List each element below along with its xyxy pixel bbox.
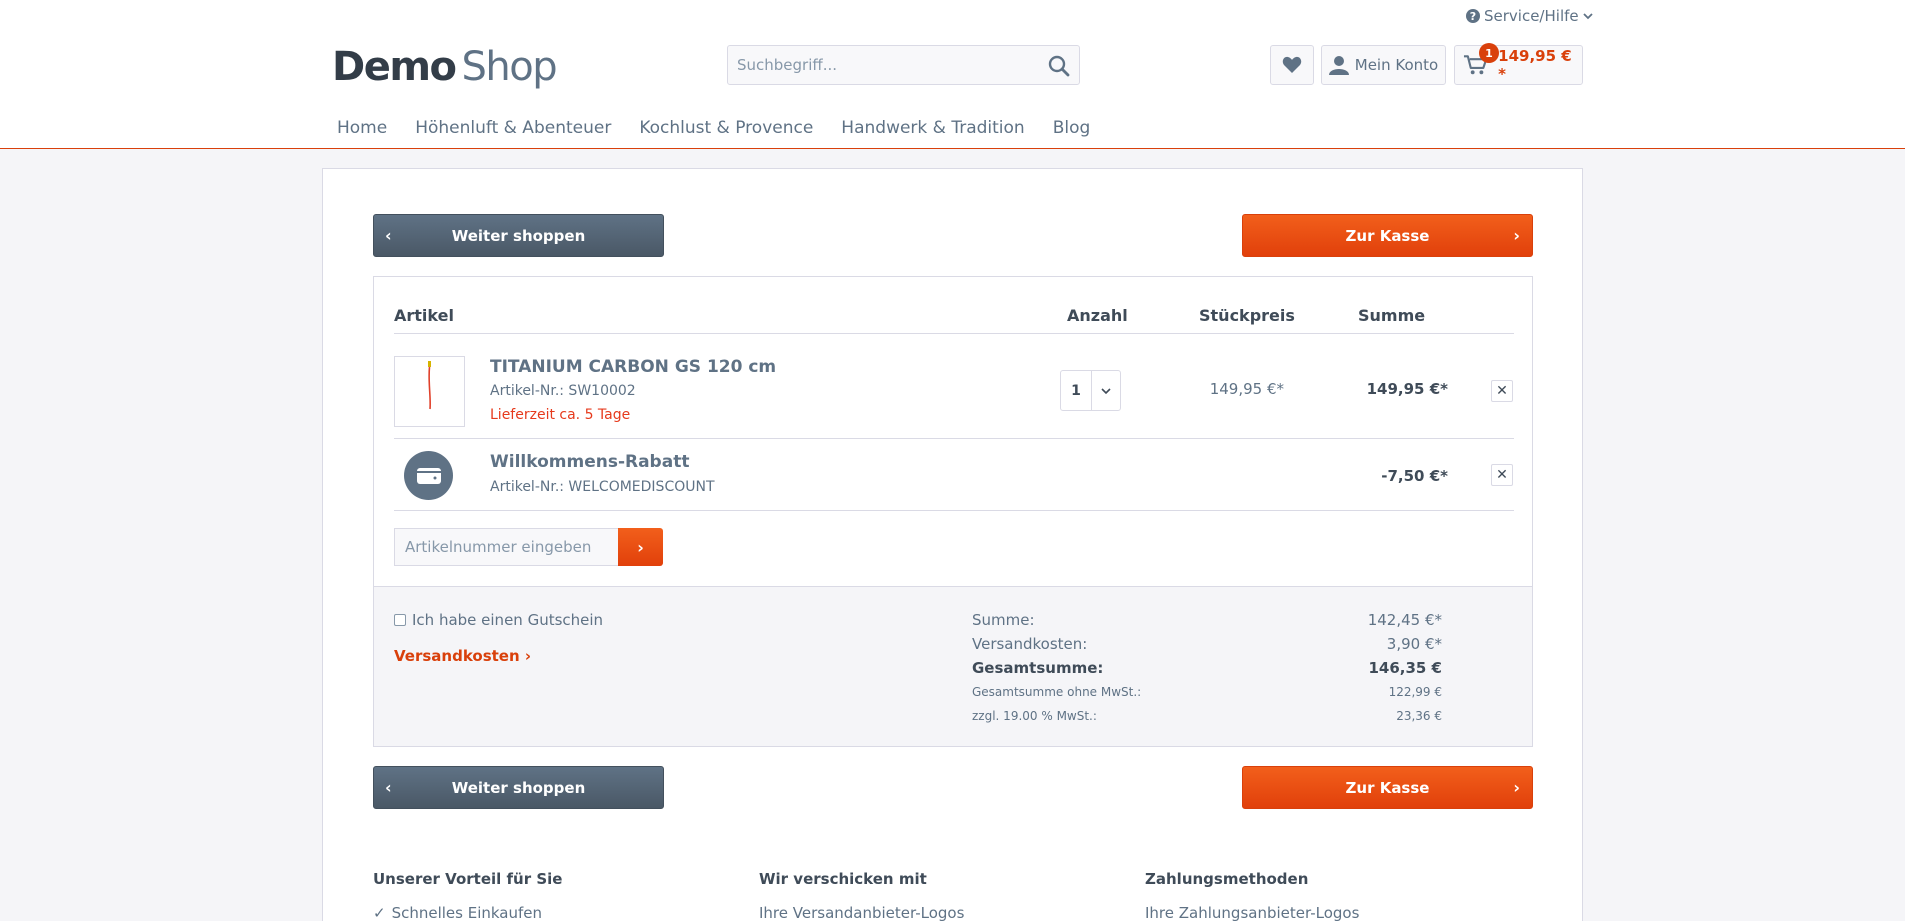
logo-bold: Demo [332, 44, 457, 90]
summary-row-total: Gesamtsumme: 146,35 € [972, 659, 1442, 677]
account-button[interactable]: Mein Konto [1321, 45, 1446, 85]
nav-item-hoehenluft[interactable]: Höhenluft & Abenteuer [415, 118, 611, 138]
summary-row-sum: Summe: 142,45 €* [972, 611, 1442, 629]
footer-advantages: Unserer Vorteil für Sie ✓ Schnelles Einka… [373, 870, 562, 921]
logo-light: Shop [461, 44, 558, 90]
service-label: Service/Hilfe [1484, 7, 1579, 25]
continue-shopping-button-top[interactable]: ‹ Weiter shoppen [373, 214, 664, 257]
chevron-right-icon: › [1513, 778, 1520, 797]
table-row: TITANIUM CARBON GS 120 cm Artikel-Nr.: S… [394, 334, 1514, 439]
delivery-time: Lieferzeit ca. 5 Tage [490, 407, 631, 423]
footer-title: Wir verschicken mit [759, 870, 927, 888]
voucher-icon [404, 451, 453, 500]
search-icon [1048, 55, 1070, 77]
question-circle-icon: ? [1466, 9, 1480, 23]
wishlist-button[interactable] [1270, 45, 1314, 85]
header-article: Artikel [394, 306, 454, 325]
remove-item-button[interactable]: ✕ [1491, 380, 1513, 402]
search-button[interactable] [1045, 52, 1073, 80]
header-qty: Anzahl [1067, 306, 1128, 325]
nav-item-blog[interactable]: Blog [1053, 118, 1091, 138]
account-label: Mein Konto [1354, 56, 1439, 74]
service-menu[interactable]: ? Service/Hilfe [1466, 7, 1593, 25]
discount-name: Willkommens-Rabatt [490, 452, 690, 472]
footer-item: Ihre Versandanbieter-Logos [759, 904, 965, 921]
chevron-left-icon: ‹ [385, 778, 392, 797]
search-box [727, 45, 1080, 85]
chevron-down-icon [1582, 13, 1593, 20]
nav-item-kochlust[interactable]: Kochlust & Provence [639, 118, 813, 138]
checkout-button-top[interactable]: Zur Kasse › [1242, 214, 1533, 257]
continue-shopping-label: Weiter shoppen [451, 226, 586, 245]
product-number: Artikel-Nr.: SW10002 [490, 383, 636, 399]
checkout-label: Zur Kasse [1345, 778, 1430, 797]
main-nav: Home Höhenluft & Abenteuer Kochlust & Pr… [337, 118, 1090, 138]
chevron-right-icon: › [637, 537, 644, 557]
unit-price: 149,95 €* [1209, 380, 1284, 398]
discount-number: Artikel-Nr.: WELCOMEDISCOUNT [490, 479, 715, 495]
nav-item-handwerk[interactable]: Handwerk & Tradition [841, 118, 1024, 138]
article-number-input[interactable] [394, 528, 619, 566]
voucher-checkbox[interactable] [394, 614, 406, 626]
search-input[interactable] [728, 46, 1028, 84]
row-sum: 149,95 €* [1366, 380, 1448, 398]
summary-row-tax: zzgl. 19.00 % MwSt.: 23,36 € [972, 709, 1442, 723]
header: ? Service/Hilfe DemoShop Mein Konto 1 14… [0, 0, 1905, 149]
chevron-left-icon: ‹ [385, 226, 392, 245]
voucher-label: Ich habe einen Gutschein [412, 611, 604, 629]
cart-count-badge: 1 [1479, 43, 1499, 63]
nav-item-home[interactable]: Home [337, 118, 387, 138]
quantity-select[interactable]: 1 [1060, 370, 1121, 411]
footer-item: ✓ Schnelles Einkaufen [373, 904, 543, 921]
product-name[interactable]: TITANIUM CARBON GS 120 cm [490, 357, 776, 377]
header-unit-price: Stückpreis [1199, 306, 1295, 325]
continue-shopping-button-bottom[interactable]: ‹ Weiter shoppen [373, 766, 664, 809]
footer-title: Zahlungsmethoden [1145, 870, 1309, 888]
close-icon: ✕ [1496, 383, 1508, 399]
heart-icon [1282, 56, 1302, 73]
cart-table: Artikel Anzahl Stückpreis Summe TITANIUM… [373, 276, 1533, 747]
shipping-costs-link[interactable]: Versandkosten › [394, 647, 531, 665]
table-header: Artikel Anzahl Stückpreis Summe [394, 306, 1514, 334]
checkout-button-bottom[interactable]: Zur Kasse › [1242, 766, 1533, 809]
product-image[interactable] [394, 356, 465, 427]
footer-item: Ihre Zahlungsanbieter-Logos [1145, 904, 1360, 921]
continue-shopping-label: Weiter shoppen [451, 778, 586, 797]
chevron-right-icon: › [1513, 226, 1520, 245]
discount-sum: -7,50 €* [1381, 467, 1448, 485]
header-sum: Summe [1358, 306, 1426, 325]
cart-amount: 149,95 € * [1498, 47, 1572, 83]
quantity-value: 1 [1061, 371, 1092, 410]
summary-row-shipping: Versandkosten: 3,90 €* [972, 635, 1442, 653]
footer-payment: Zahlungsmethoden Ihre Zahlungsanbieter-L… [1145, 870, 1359, 921]
user-icon [1328, 56, 1349, 75]
product-thumbnail [428, 361, 432, 410]
voucher-toggle[interactable]: Ich habe einen Gutschein [394, 611, 603, 629]
remove-discount-button[interactable]: ✕ [1491, 464, 1513, 486]
add-article-button[interactable]: › [618, 528, 663, 566]
footer-title: Unserer Vorteil für Sie [373, 870, 563, 888]
checkout-label: Zur Kasse [1345, 226, 1430, 245]
table-row: Willkommens-Rabatt Artikel-Nr.: WELCOMED… [394, 440, 1514, 511]
footer-shipping: Wir verschicken mit Ihre Versandanbieter… [759, 870, 964, 921]
checkmark-icon: ✓ [373, 904, 386, 921]
close-icon: ✕ [1496, 467, 1508, 483]
cart-summary: Ich habe einen Gutschein Versandkosten ›… [374, 586, 1532, 746]
summary-row-net: Gesamtsumme ohne MwSt.: 122,99 € [972, 685, 1442, 699]
logo[interactable]: Demo Shop [332, 44, 558, 90]
chevron-down-icon [1101, 387, 1111, 394]
cart-button[interactable]: 1 149,95 € * [1454, 43, 1583, 85]
